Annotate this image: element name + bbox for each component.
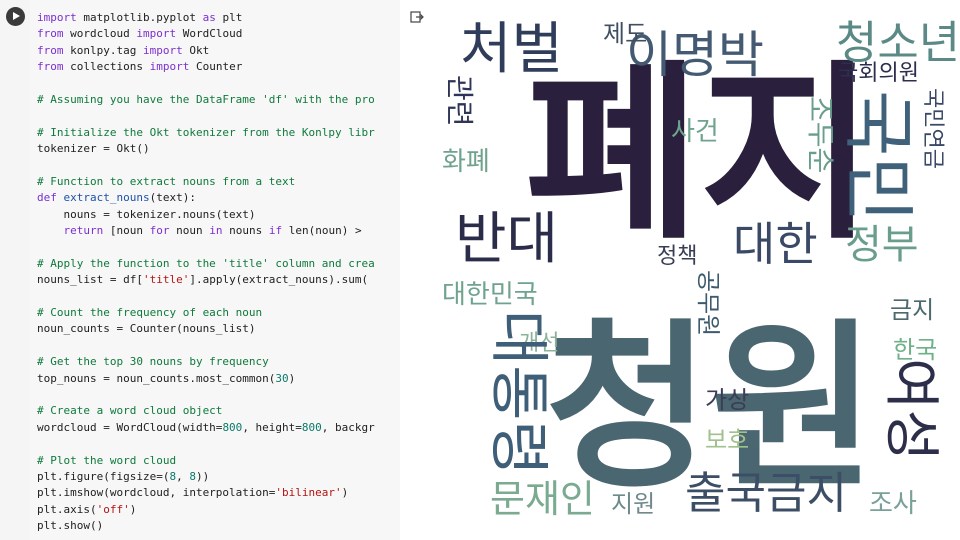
wordcloud-word: 처벌 bbox=[460, 17, 563, 82]
code-line: # Initialize the Okt tokenizer from the … bbox=[37, 125, 375, 139]
code-line: # Apply the function to the 'title' colu… bbox=[37, 256, 375, 270]
wordcloud-word: 관련 bbox=[443, 75, 476, 127]
wordcloud-word: 제도 bbox=[603, 20, 647, 48]
wordcloud-word: 화폐 bbox=[442, 147, 490, 177]
code-line: plt.figure(figsize=(8, 8)) bbox=[37, 469, 210, 483]
output-redirect-icon[interactable] bbox=[410, 10, 424, 24]
wordcloud-word: 지원 bbox=[611, 490, 655, 518]
code-line: from wordcloud import WordCloud bbox=[37, 27, 243, 41]
code-line: from konlpy.tag import Okt bbox=[37, 43, 210, 57]
code-text[interactable]: import matplotlib.pyplot as plt from word… bbox=[37, 10, 375, 535]
code-line: from collections import Counter bbox=[37, 60, 243, 74]
code-line: # Plot the word cloud bbox=[37, 453, 177, 467]
code-line: # Function to extract nouns from a text bbox=[37, 174, 296, 188]
wordcloud-word: 반대 bbox=[455, 207, 558, 272]
code-line: nouns_list = df['title'].apply(extract_n… bbox=[37, 273, 369, 287]
wordcloud-word: 금지 bbox=[890, 296, 934, 324]
code-line: # Assuming you have the DataFrame 'df' w… bbox=[37, 92, 375, 106]
code-editor[interactable]: import matplotlib.pyplot as plt from word… bbox=[30, 0, 400, 540]
code-line: plt.show() bbox=[37, 519, 104, 533]
code-line: def extract_nouns(text): bbox=[37, 191, 196, 205]
wordcloud-word: 출국금지 bbox=[685, 468, 847, 519]
wordcloud-word: 국회의원 bbox=[838, 61, 919, 86]
wordcloud-word: 대한민국 bbox=[442, 280, 538, 310]
wordcloud-word: 대한 bbox=[733, 217, 818, 271]
wordcloud-word: 가상 bbox=[705, 386, 749, 414]
wordcloud-word: 조사 bbox=[869, 489, 917, 519]
wordcloud-word: 조두순 bbox=[804, 96, 837, 173]
code-line: tokenizer = Okt() bbox=[37, 142, 150, 156]
cell-gutter bbox=[0, 0, 30, 540]
code-line: return [noun for noun in nouns if len(no… bbox=[63, 224, 362, 238]
code-line: noun_counts = Counter(nouns_list) bbox=[37, 322, 256, 336]
wordcloud-word: 보호 bbox=[705, 426, 749, 454]
code-line: plt.imshow(wordcloud, interpolation='bil… bbox=[37, 486, 349, 500]
wordcloud-image: 폐지청원처벌 이명박 청소년제도국회의원국민관련 조두순 국민연금사건화폐반대 대한 정부정… bbox=[442, 16, 958, 521]
code-line: wordcloud = WordCloud(width=800, height=… bbox=[37, 420, 375, 434]
wordcloud-word: 정책 bbox=[657, 244, 697, 269]
wordcloud-word: 정부 bbox=[845, 222, 919, 268]
code-cell: import matplotlib.pyplot as plt from word… bbox=[0, 0, 400, 540]
wordcloud-word: 사건 bbox=[671, 117, 719, 147]
code-line: nouns = tokenizer.nouns(text) bbox=[37, 207, 256, 221]
code-line: # Create a word cloud object bbox=[37, 404, 223, 418]
code-line: plt.axis('off') bbox=[37, 502, 137, 516]
code-line: import matplotlib.pyplot as plt bbox=[37, 11, 243, 24]
code-line: # Get the top 30 nouns by frequency bbox=[37, 355, 269, 369]
wordcloud-word: 대통령 bbox=[483, 310, 553, 476]
wordcloud-word: 국민연금 bbox=[920, 88, 945, 169]
wordcloud-word: 공무원 bbox=[694, 270, 722, 336]
code-line: # Count the frequency of each noun bbox=[37, 306, 263, 320]
wordcloud-word: 문재인 bbox=[490, 477, 595, 521]
cell-output: 폐지 청원 처벌 이명박 청소년 제도 국회의원 국민 관련 조두순 국민연금 사건 화폐 반대 대한 정부 정… bbox=[400, 0, 960, 540]
wordcloud-word: 국민 bbox=[836, 90, 920, 222]
play-icon[interactable] bbox=[6, 7, 25, 26]
wordcloud-word: 여성 bbox=[878, 358, 943, 461]
code-line: top_nouns = noun_counts.most_common(30) bbox=[37, 371, 296, 385]
